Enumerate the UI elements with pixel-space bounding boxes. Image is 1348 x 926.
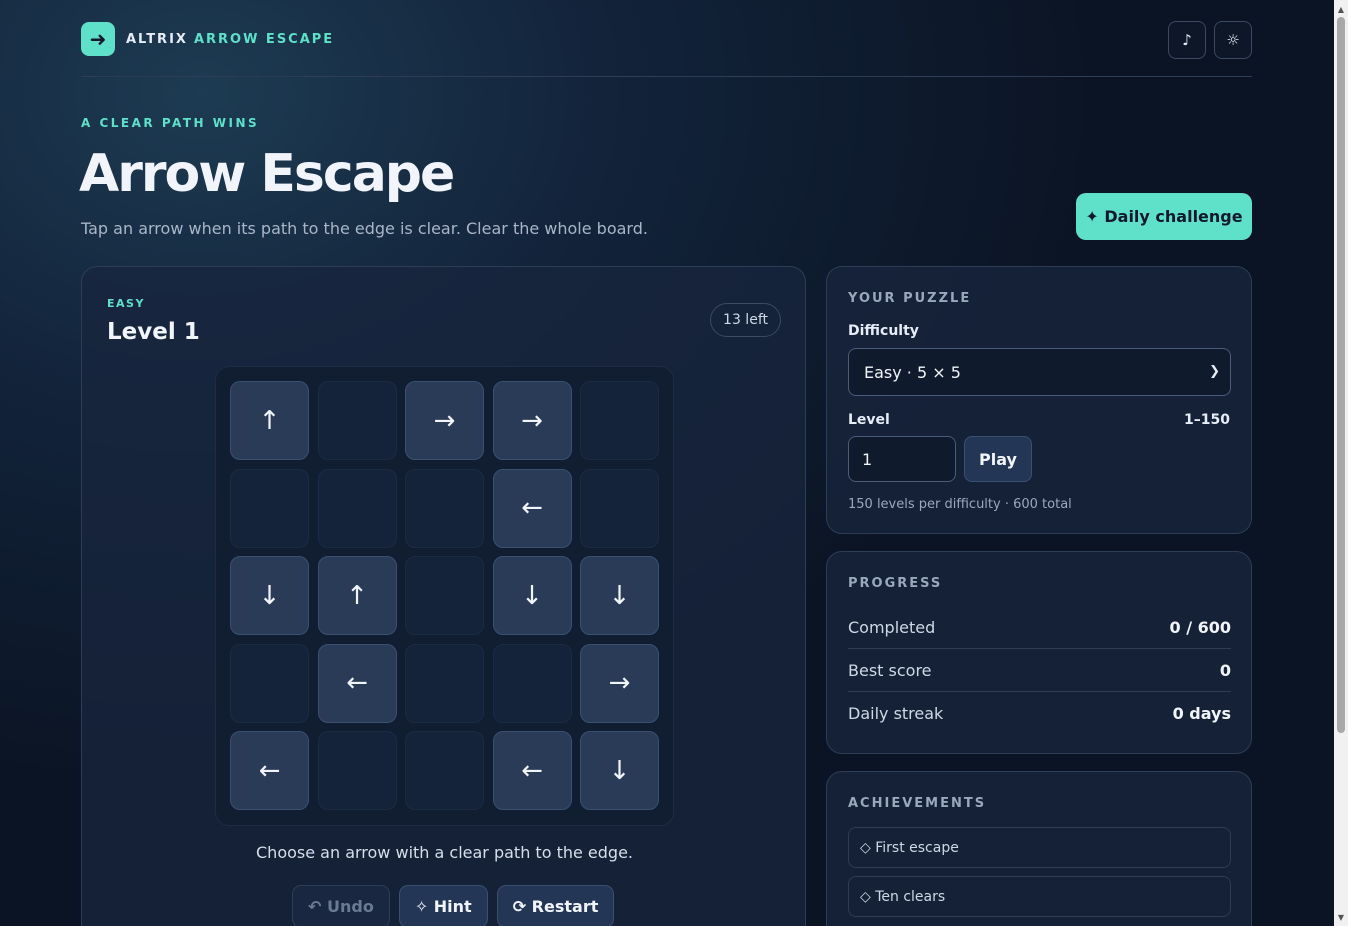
hint-button[interactable]: ✧ Hint <box>398 885 488 926</box>
puzzle-grid: ↑ → → ← ↓ ↑ ↓ ↓ ← → ← ← ↓ <box>215 366 674 826</box>
eyebrow: A CLEAR PATH WINS <box>81 116 260 130</box>
theme-toggle-button[interactable]: ☼ <box>1214 21 1252 59</box>
music-toggle-button[interactable]: ♪ <box>1168 21 1206 59</box>
puzzle-heading: YOUR PUZZLE <box>848 291 972 306</box>
empty-cell <box>492 643 572 723</box>
stat-row-daily-streak: Daily streak 0 days <box>848 692 1231 734</box>
left-arrow-tile[interactable]: ← <box>317 643 397 723</box>
achievement-item: ◇ First escape <box>848 827 1231 868</box>
restart-button[interactable]: ⟳ Restart <box>496 885 615 926</box>
achievements-card: ACHIEVEMENTS ◇ First escape ◇ Ten clears <box>826 771 1252 926</box>
achievement-item: ◇ Ten clears <box>848 876 1231 917</box>
brand-primary: ALTRIX <box>126 31 188 47</box>
top-bar: ➜ ALTRIX ARROW ESCAPE ♪ ☼ <box>81 21 1252 77</box>
stat-row-best-score: Best score 0 <box>848 650 1231 692</box>
empty-cell <box>580 381 659 460</box>
empty-cell <box>230 468 309 548</box>
chevron-down-icon: ❯ <box>1209 364 1220 379</box>
right-arrow-tile[interactable]: → <box>492 381 572 460</box>
header-actions: ♪ ☼ <box>1168 21 1252 59</box>
difficulty-value: Easy · 5 × 5 <box>864 362 961 382</box>
brand[interactable]: ➜ ALTRIX ARROW ESCAPE <box>81 22 334 56</box>
level-range: 1–150 <box>1184 412 1230 428</box>
stat-label: Completed <box>848 618 936 637</box>
level-label: Level <box>848 412 890 428</box>
play-button[interactable]: Play <box>964 436 1032 482</box>
status-message: Choose an arrow with a clear path to the… <box>256 843 633 862</box>
empty-cell <box>230 643 309 723</box>
progress-heading: PROGRESS <box>848 576 943 591</box>
empty-cell <box>317 731 397 810</box>
empty-cell <box>405 731 484 810</box>
down-arrow-tile[interactable]: ↓ <box>492 556 572 635</box>
levels-note: 150 levels per difficulty · 600 total <box>848 497 1072 512</box>
right-arrow-tile[interactable]: → <box>580 643 659 723</box>
page: ➜ ALTRIX ARROW ESCAPE ♪ ☼ A CLEAR PATH WI… <box>0 0 1334 926</box>
difficulty-label: Difficulty <box>848 323 919 339</box>
progress-card: PROGRESS Completed 0 / 600 Best score 0 … <box>826 551 1252 754</box>
difficulty-select[interactable]: Easy · 5 × 5 ❯ <box>848 348 1231 396</box>
left-arrow-tile[interactable]: ← <box>230 731 309 810</box>
stat-row-completed: Completed 0 / 600 <box>848 607 1231 649</box>
page-subtitle: Tap an arrow when its path to the edge i… <box>81 219 648 238</box>
brand-secondary: ARROW ESCAPE <box>193 31 335 47</box>
brand-name: ALTRIX ARROW ESCAPE <box>126 32 334 47</box>
right-arrow-tile[interactable]: → <box>405 381 484 460</box>
stat-label: Daily streak <box>848 703 944 723</box>
daily-challenge-button[interactable]: ✦ Daily challenge <box>1076 193 1252 240</box>
remaining-badge: 13 left <box>710 303 781 337</box>
music-note-icon: ♪ <box>1182 31 1192 49</box>
scroll-down-icon[interactable]: ▼ <box>1334 910 1348 924</box>
empty-cell <box>317 381 397 460</box>
empty-cell <box>405 643 484 723</box>
left-arrow-tile[interactable]: ← <box>492 468 572 548</box>
page-scrollbar[interactable]: ▲ ▼ <box>1334 0 1348 926</box>
board-card: EASY Level 1 13 left ↑ → → ← ↓ ↑ ↓ ↓ ← → ← ← ↓ Choos… <box>81 266 806 926</box>
arrow-logo-icon: ➜ <box>81 22 115 56</box>
empty-cell <box>317 468 397 548</box>
sun-icon: ☼ <box>1226 31 1240 49</box>
stat-label: Best score <box>848 661 932 680</box>
empty-cell <box>580 468 659 548</box>
down-arrow-tile[interactable]: ↓ <box>580 731 659 810</box>
stat-value: 0 / 600 <box>1169 618 1231 637</box>
level-title: Level 1 <box>107 319 200 345</box>
down-arrow-tile[interactable]: ↓ <box>230 556 309 635</box>
stat-value: 0 days <box>1172 703 1231 723</box>
difficulty-tag: EASY <box>107 297 145 310</box>
empty-cell <box>405 556 484 635</box>
undo-button[interactable]: ↶ Undo <box>292 885 390 926</box>
achievements-heading: ACHIEVEMENTS <box>848 796 987 811</box>
puzzle-card: YOUR PUZZLE Difficulty Easy · 5 × 5 ❯ Le… <box>826 266 1252 534</box>
left-arrow-tile[interactable]: ← <box>492 731 572 810</box>
scroll-up-icon[interactable]: ▲ <box>1334 2 1348 16</box>
up-arrow-tile[interactable]: ↑ <box>230 381 309 460</box>
up-arrow-tile[interactable]: ↑ <box>317 556 397 635</box>
level-input[interactable]: 1 <box>848 436 956 482</box>
page-title: Arrow Escape <box>79 144 455 204</box>
stat-value: 0 <box>1219 661 1231 680</box>
scrollbar-thumb[interactable] <box>1337 17 1345 733</box>
board-actions: ↶ Undo ✧ Hint ⟳ Restart <box>292 885 615 926</box>
down-arrow-tile[interactable]: ↓ <box>580 556 659 635</box>
empty-cell <box>405 468 484 548</box>
